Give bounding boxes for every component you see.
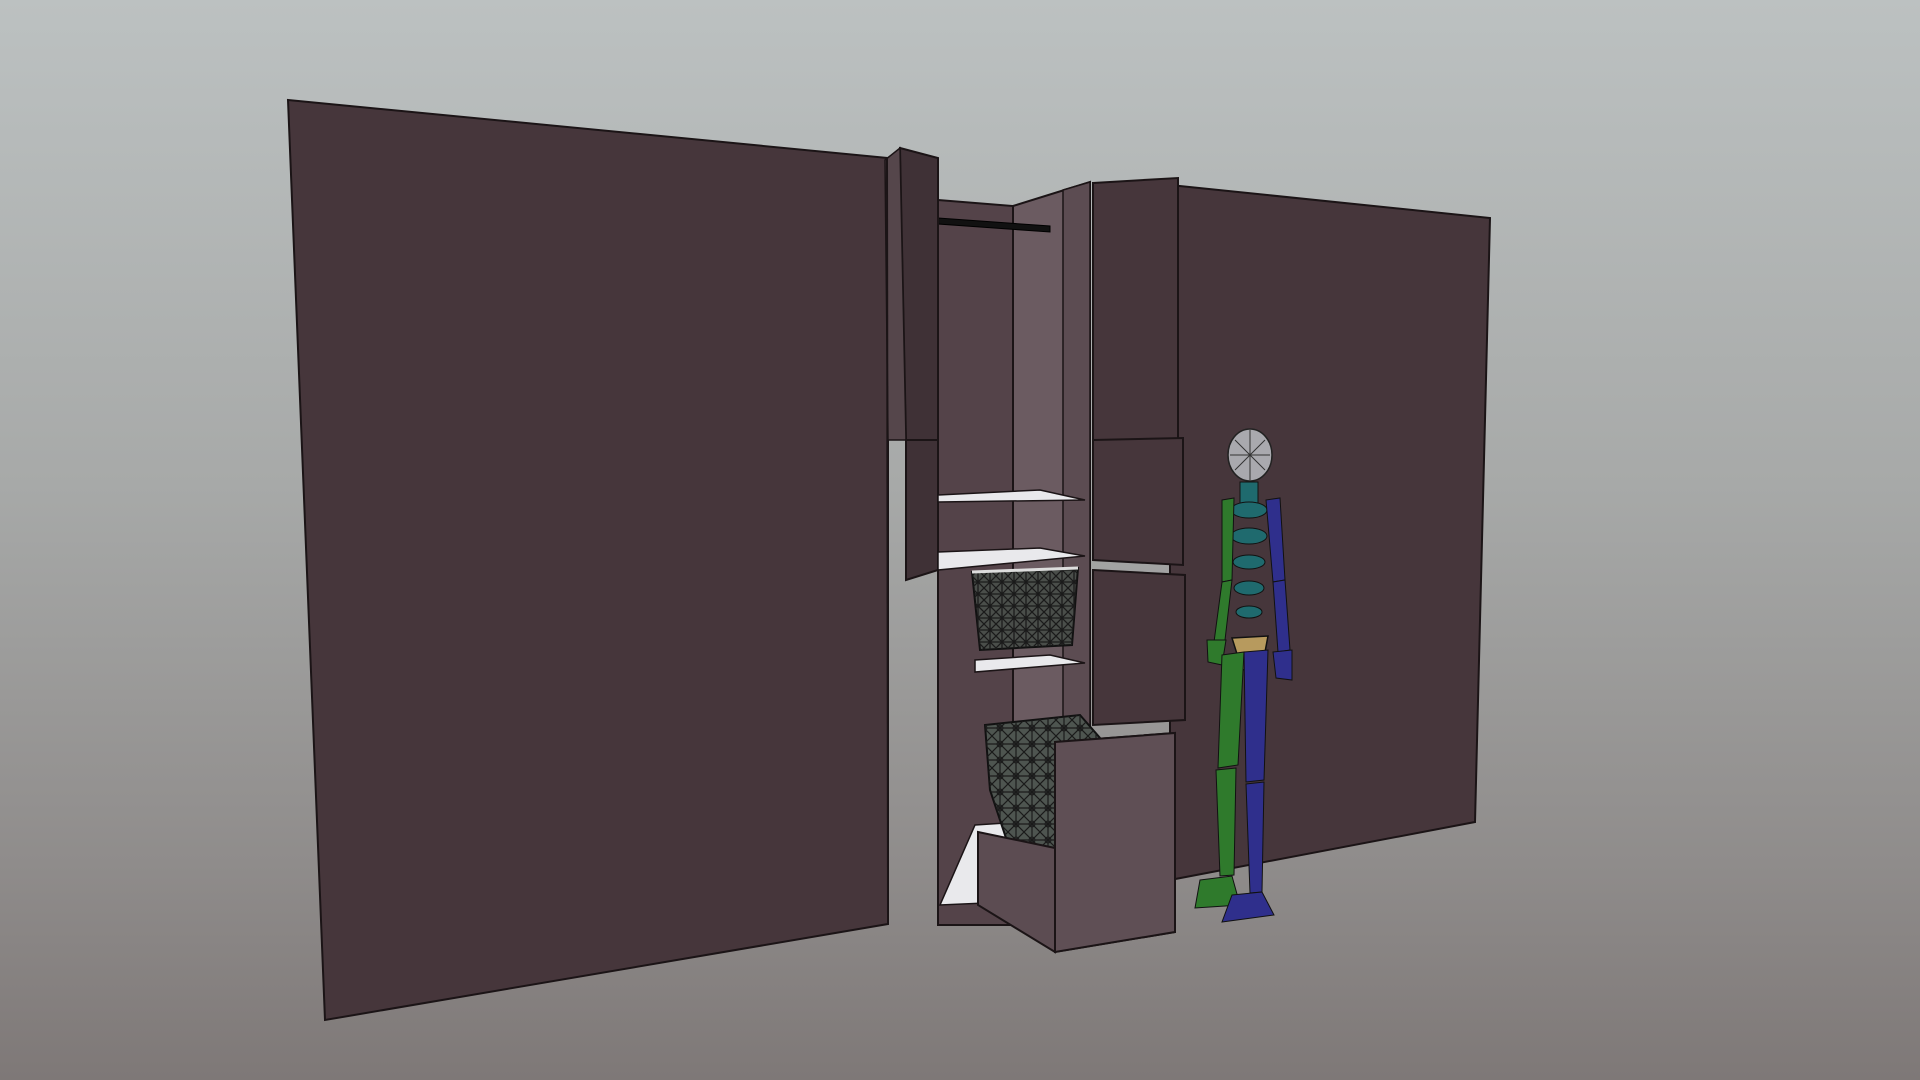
- wire-basket-upper[interactable]: [970, 566, 1080, 652]
- mid-right-door[interactable]: [1092, 436, 1184, 567]
- upper-right-door[interactable]: [1092, 176, 1179, 441]
- mannequin-head: [1227, 428, 1273, 482]
- 3d-viewport[interactable]: [0, 0, 1920, 1080]
- mid-left-door[interactable]: [905, 439, 939, 582]
- wall-seam: [886, 157, 889, 925]
- scene-canvas[interactable]: [0, 0, 1920, 1080]
- left-wall-panel[interactable]: [286, 98, 889, 1022]
- lower-right-door[interactable]: [1092, 568, 1186, 727]
